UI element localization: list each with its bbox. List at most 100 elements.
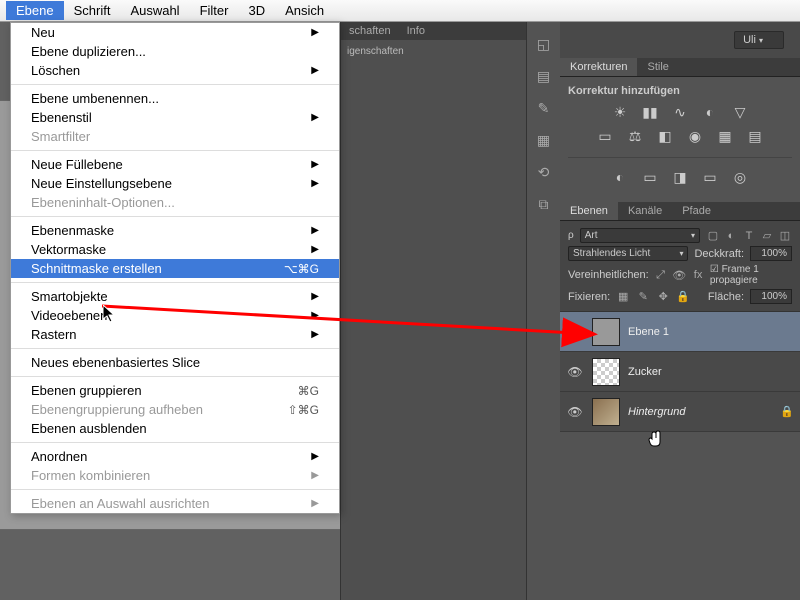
lock-all-icon[interactable]: 🔒 [676,290,690,304]
visibility-toggle[interactable]: 👁 [566,405,584,419]
filter-smart-icon[interactable]: ◫ [778,229,792,243]
vibrance-icon[interactable]: ▽ [730,103,750,121]
visibility-toggle[interactable]: 👁 [566,365,584,379]
layer-thumbnail[interactable] [592,318,620,346]
separator [11,282,339,283]
color-balance-icon[interactable]: ⚖ [625,127,645,145]
menu-umbenennen[interactable]: Ebene umbenennen... [11,89,339,108]
menu-smartobjekte[interactable]: Smartobjekte▶ [11,287,339,306]
color-lookup-icon[interactable]: ▤ [745,127,765,145]
tab-korrekturen[interactable]: Korrekturen [560,58,637,76]
menu-formen-kombinieren: Formen kombinieren▶ [11,466,339,485]
tab-stile[interactable]: Stile [637,58,678,76]
adjustments-panel: Korrektur hinzufügen ☀ ▮▮ ∿ ◐ ▽ ▭ ⚖ ◧ ◉ … [560,77,800,194]
layer-row-zucker[interactable]: 👁 Zucker [560,352,800,392]
lock-pixels-icon[interactable]: ✎ [636,290,650,304]
menu-gruppieren[interactable]: Ebenen gruppieren⌘G [11,381,339,400]
menu-rastern[interactable]: Rastern▶ [11,325,339,344]
collapsed-panel-strip: ◱ ▤ ✎ ▦ ⟲ ⧉ [526,22,560,600]
shortcut-label: ⌥⌘G [284,262,319,276]
brush-icon[interactable]: ✎ [534,100,554,118]
tab-kanaele[interactable]: Kanäle [618,202,672,220]
opacity-input[interactable]: 100% [750,246,792,261]
filter-shape-icon[interactable]: ▱ [760,229,774,243]
exposure-icon[interactable]: ◐ [700,103,720,121]
history-icon[interactable]: ◱ [534,36,554,54]
menu-fuellebene[interactable]: Neue Füllebene▶ [11,155,339,174]
posterize-icon[interactable]: ▭ [640,168,660,186]
menu-ebene[interactable]: Ebene [6,1,64,20]
gradient-map-icon[interactable]: ▭ [700,168,720,186]
unify-visibility-icon[interactable]: 👁 [672,268,686,282]
clone-source-icon[interactable]: ⧉ [534,196,554,214]
menu-ausblenden[interactable]: Ebenen ausblenden [11,419,339,438]
layer-name[interactable]: Zucker [628,366,794,378]
menu-ebenenmaske[interactable]: Ebenenmaske▶ [11,221,339,240]
menu-schnittmaske[interactable]: Schnittmaske erstellen⌥⌘G [11,259,339,278]
unify-position-icon[interactable]: ⤢ [655,268,667,282]
layer-thumbnail[interactable] [592,358,620,386]
menu-ansicht[interactable]: Ansich [275,1,334,20]
tab-properties[interactable]: schaften [341,22,399,40]
menu-schrift[interactable]: Schrift [64,1,121,20]
menu-slice[interactable]: Neues ebenenbasiertes Slice [11,353,339,372]
menu-anordnen[interactable]: Anordnen▶ [11,447,339,466]
actions-icon[interactable]: ▤ [534,68,554,86]
filter-adjust-icon[interactable]: ◐ [724,229,738,243]
levels-icon[interactable]: ▮▮ [640,103,660,121]
separator [11,348,339,349]
curves-icon[interactable]: ∿ [670,103,690,121]
visibility-toggle[interactable]: 👁 [566,325,584,339]
threshold-icon[interactable]: ◨ [670,168,690,186]
chevron-right-icon: ▶ [311,329,319,340]
swatches-icon[interactable]: ▦ [534,132,554,150]
menu-auswahl[interactable]: Auswahl [120,1,189,20]
filter-pixel-icon[interactable]: ▢ [706,229,720,243]
properties-label: igenschaften [341,40,526,63]
menu-vektormaske[interactable]: Vektormaske▶ [11,240,339,259]
blend-mode-select[interactable]: Strahlendes Licht▾ [568,246,688,261]
selective-color-icon[interactable]: ◎ [730,168,750,186]
lock-position-icon[interactable]: ✥ [656,290,670,304]
layer-name[interactable]: Ebene 1 [628,326,794,338]
chevron-right-icon: ▶ [311,225,319,236]
menu-videoebenen[interactable]: Videoebenen▶ [11,306,339,325]
unify-label: Vereinheitlichen: [568,269,649,281]
channel-mixer-icon[interactable]: ▦ [715,127,735,145]
menu-neu[interactable]: Neu▶ [11,23,339,42]
hand-cursor-icon [647,430,665,448]
layer-filter-select[interactable]: Art▾ [580,228,700,243]
layer-thumbnail[interactable] [592,398,620,426]
lock-transparency-icon[interactable]: ▦ [616,290,630,304]
layer-name[interactable]: Hintergrund [628,406,772,418]
unify-style-icon[interactable]: fx [692,268,704,282]
workspace-select[interactable]: Uli ▾ [734,31,784,49]
layer-row-ebene1[interactable]: 👁 Ebene 1 [560,312,800,352]
brightness-icon[interactable]: ☀ [610,103,630,121]
photo-filter-icon[interactable]: ◉ [685,127,705,145]
filter-type-icon[interactable]: T [742,229,756,243]
tab-ebenen[interactable]: Ebenen [560,202,618,220]
tab-pfade[interactable]: Pfade [672,202,721,220]
menu-3d[interactable]: 3D [238,1,275,20]
fill-input[interactable]: 100% [750,289,792,304]
menu-gruppierung-aufheben: Ebenengruppierung aufheben⇧⌘G [11,400,339,419]
tool-presets-icon[interactable]: ⟲ [534,164,554,182]
chevron-right-icon: ▶ [311,470,319,481]
menu-ebenenstil[interactable]: Ebenenstil▶ [11,108,339,127]
propagate-label[interactable]: Frame 1 propagiere [710,264,759,286]
menu-inhalt-optionen: Ebeneninhalt-Optionen... [11,193,339,212]
invert-icon[interactable]: ◐ [610,168,630,186]
menu-einstellungsebene[interactable]: Neue Einstellungsebene▶ [11,174,339,193]
menu-filter[interactable]: Filter [190,1,239,20]
bw-icon[interactable]: ◧ [655,127,675,145]
lock-icon: 🔒 [780,405,794,418]
menu-loeschen[interactable]: Löschen▶ [11,61,339,80]
properties-panel: schaften Info igenschaften [340,22,526,600]
hue-icon[interactable]: ▭ [595,127,615,145]
menu-duplizieren[interactable]: Ebene duplizieren... [11,42,339,61]
tab-info[interactable]: Info [399,22,433,40]
layer-row-hintergrund[interactable]: 👁 Hintergrund 🔒 [560,392,800,432]
lock-label: Fixieren: [568,291,610,303]
chevron-right-icon: ▶ [311,498,319,509]
